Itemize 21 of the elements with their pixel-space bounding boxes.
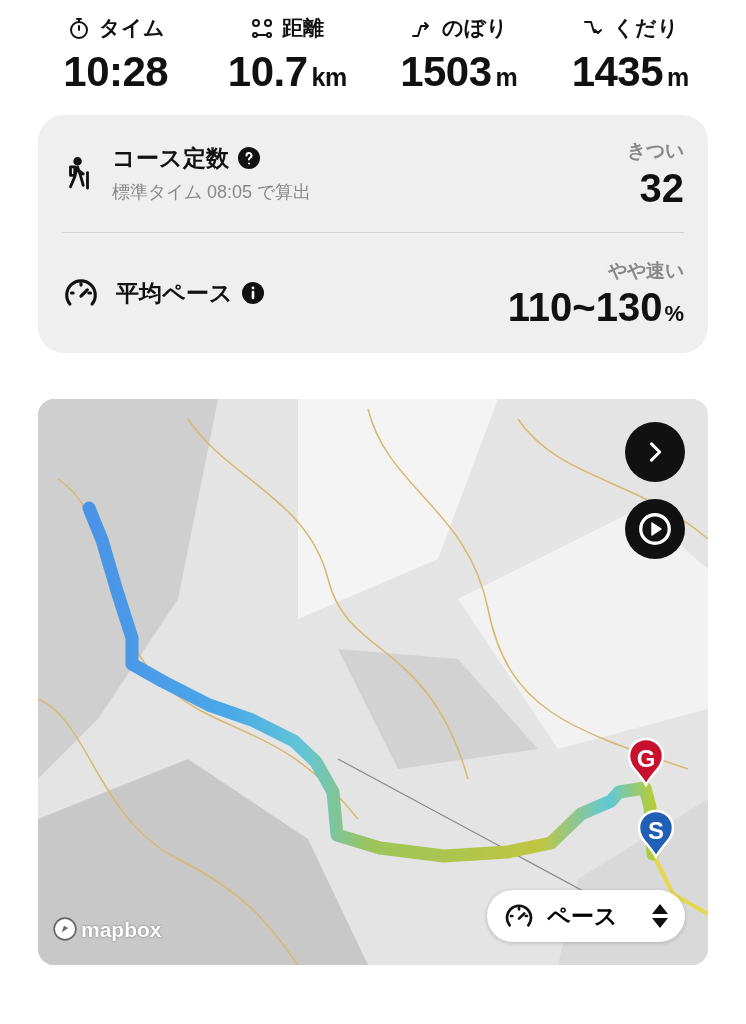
- stat-value: 10:28: [62, 46, 170, 97]
- stat-label: 距離: [282, 15, 325, 41]
- rating-label: きつい: [627, 139, 684, 164]
- summary-value: 110~130%: [507, 285, 684, 330]
- stat-value: 1435m: [570, 46, 690, 97]
- summary-value: 32: [638, 165, 684, 210]
- map-pin-marker: G: [626, 737, 666, 788]
- map-pin-marker: S: [636, 809, 676, 860]
- play-icon: [637, 511, 673, 548]
- mode-selector[interactable]: ペース: [487, 890, 685, 943]
- stat-label: くだり: [613, 15, 680, 41]
- help-icon[interactable]: [237, 146, 261, 171]
- stat-label: のぼり: [441, 15, 508, 41]
- summary-title: コース定数: [112, 143, 229, 173]
- summary-title: 平均ペース: [116, 278, 233, 308]
- summary-subtitle: 標準タイム 08:05 で算出: [112, 181, 313, 205]
- rating-label: やや速い: [607, 258, 684, 283]
- stat-value: 1503 m: [399, 46, 519, 97]
- stat-label: タイム: [98, 15, 165, 41]
- info-icon[interactable]: [241, 281, 265, 306]
- stat-value: 10.7 km: [226, 46, 348, 97]
